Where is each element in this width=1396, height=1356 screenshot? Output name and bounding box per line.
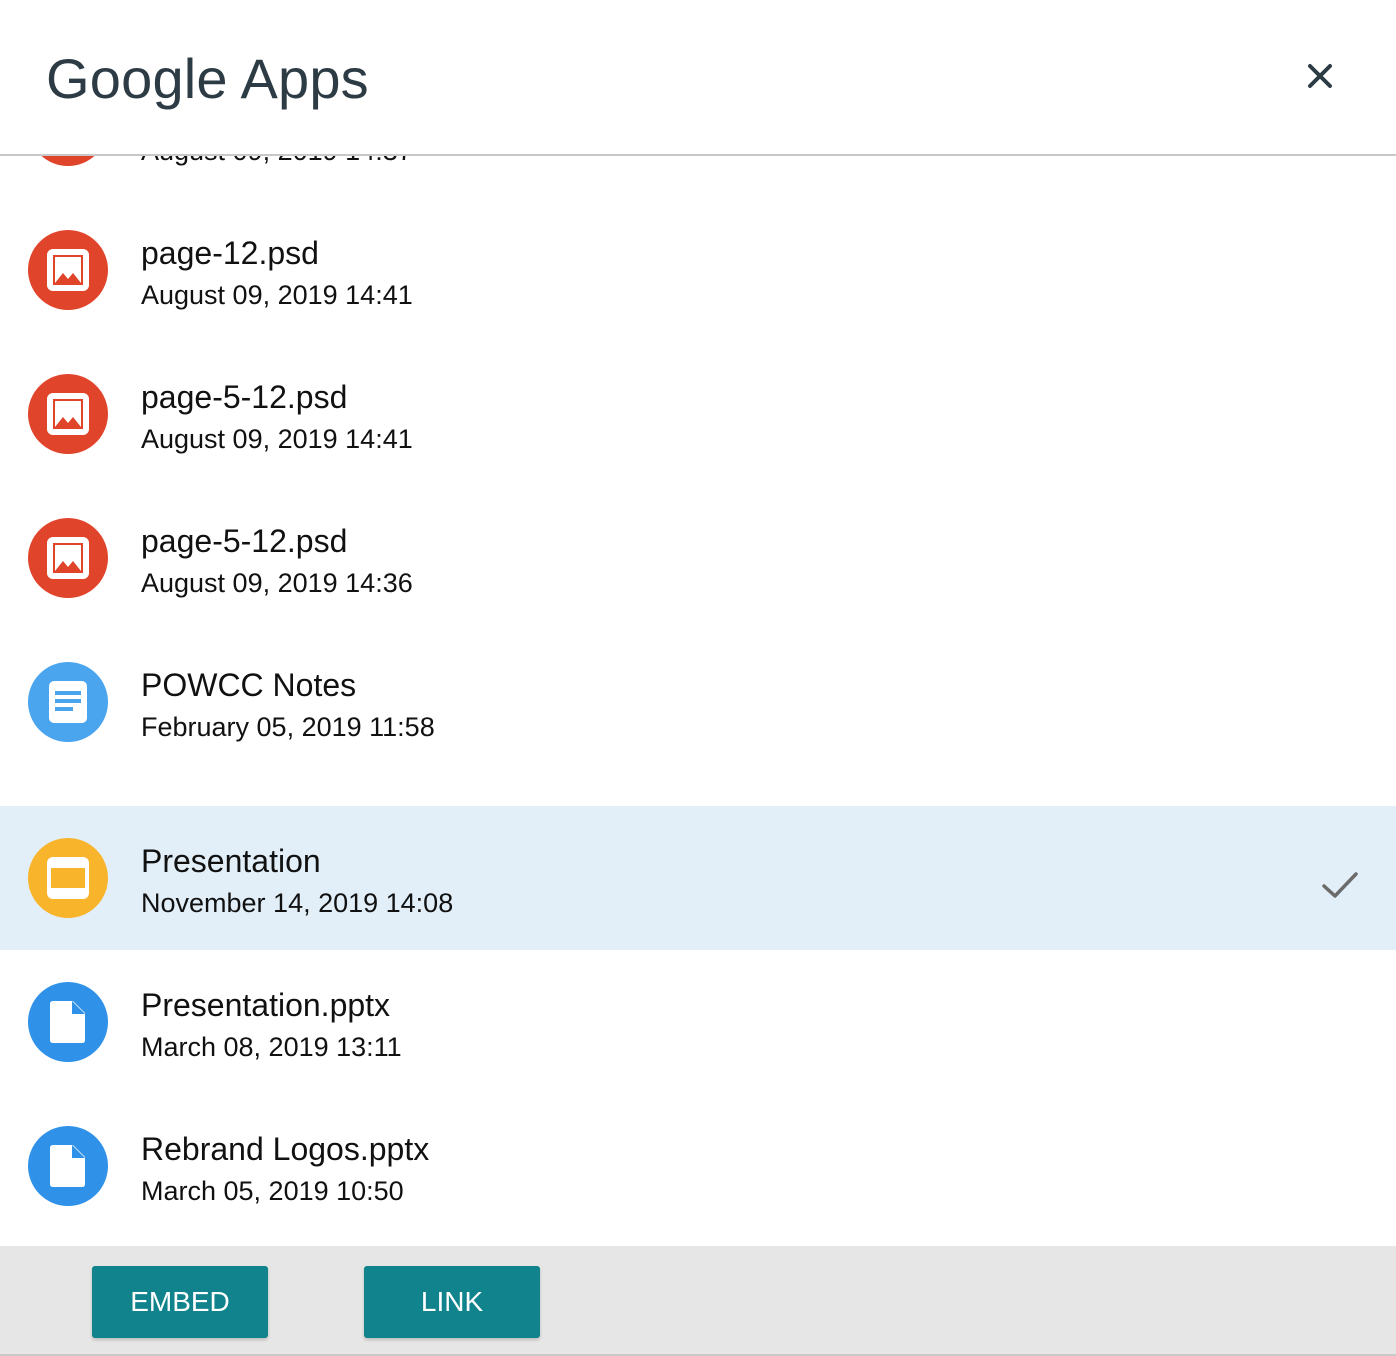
file-icon bbox=[28, 1126, 108, 1206]
file-icon bbox=[28, 982, 108, 1062]
checkmark-icon bbox=[1318, 862, 1362, 906]
file-date: August 09, 2019 14:41 bbox=[141, 280, 413, 310]
file-row[interactable]: Presentation.pptx March 08, 2019 13:11 bbox=[0, 950, 1396, 1094]
file-date: March 08, 2019 13:11 bbox=[141, 1032, 402, 1062]
dialog-header: Google Apps bbox=[0, 0, 1396, 156]
file-date: August 09, 2019 14:36 bbox=[141, 568, 413, 598]
dialog-title: Google Apps bbox=[46, 47, 369, 110]
file-row[interactable]: POWCC Notes February 05, 2019 11:58 bbox=[0, 630, 1396, 774]
file-name: page-5-12.psd bbox=[141, 523, 348, 559]
close-button[interactable] bbox=[1300, 56, 1340, 96]
file-name: page-12.psd bbox=[141, 235, 319, 271]
file-date: February 05, 2019 11:58 bbox=[141, 712, 435, 742]
close-icon bbox=[1300, 56, 1340, 96]
image-icon bbox=[28, 374, 108, 454]
file-name: POWCC Notes bbox=[141, 667, 357, 703]
image-icon bbox=[28, 518, 108, 598]
google-apps-dialog: August 09, 2019 14:37 page-12.psd August… bbox=[0, 0, 1396, 1356]
link-button[interactable]: LINK bbox=[364, 1266, 540, 1338]
file-name: Presentation.pptx bbox=[141, 987, 391, 1023]
file-row[interactable]: Rebrand Logos.pptx March 05, 2019 10:50 bbox=[0, 1094, 1396, 1238]
document-icon bbox=[28, 662, 108, 742]
file-date: March 05, 2019 10:50 bbox=[141, 1176, 404, 1206]
slides-icon bbox=[28, 838, 108, 918]
file-row[interactable]: page-5-12.psd August 09, 2019 14:36 bbox=[0, 486, 1396, 630]
file-date: November 14, 2019 14:08 bbox=[141, 888, 454, 918]
file-date: August 09, 2019 14:41 bbox=[141, 424, 413, 454]
file-row[interactable]: page-5-12.psd August 09, 2019 14:41 bbox=[0, 342, 1396, 486]
dialog-footer: EMBED LINK bbox=[0, 1246, 1396, 1356]
file-name: Rebrand Logos.pptx bbox=[141, 1131, 430, 1167]
file-list[interactable]: August 09, 2019 14:37 page-12.psd August… bbox=[0, 0, 1396, 1246]
file-row-selected[interactable]: Presentation November 14, 2019 14:08 bbox=[0, 806, 1396, 950]
file-row[interactable]: page-12.psd August 09, 2019 14:41 bbox=[0, 198, 1396, 342]
file-name: Presentation bbox=[141, 843, 321, 879]
embed-button[interactable]: EMBED bbox=[92, 1266, 268, 1338]
image-icon bbox=[28, 230, 108, 310]
file-name: page-5-12.psd bbox=[141, 379, 348, 415]
